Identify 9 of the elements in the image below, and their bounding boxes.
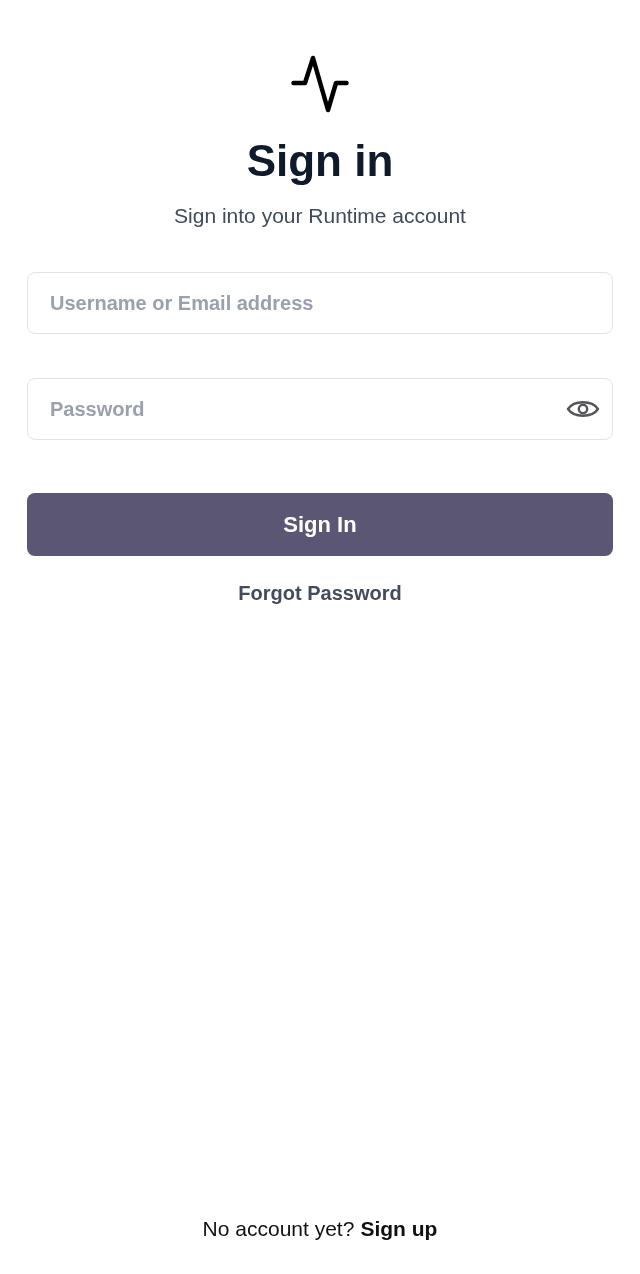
sign-in-button[interactable]: Sign In (27, 493, 613, 556)
forgot-password-link[interactable]: Forgot Password (238, 581, 402, 605)
page-subtitle: Sign into your Runtime account (174, 204, 466, 228)
page-title: Sign in (246, 135, 394, 187)
password-field[interactable]: Password (27, 378, 613, 440)
pulse-logo-icon (291, 55, 349, 113)
sign-up-link[interactable]: Sign up (360, 1217, 438, 1241)
signup-prompt-text: No account yet? (202, 1217, 355, 1241)
username-field[interactable]: Username or Email address (27, 272, 613, 334)
